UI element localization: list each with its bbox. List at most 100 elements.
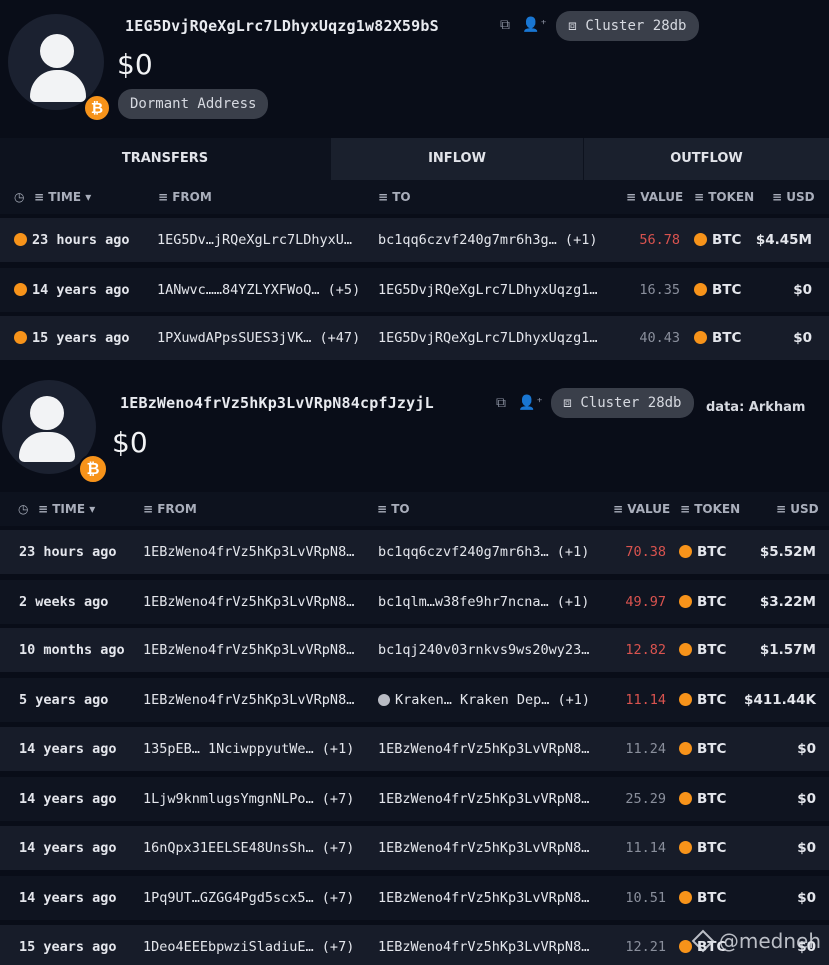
from-cell[interactable]: 1Deo4EEEbpwziSladiuE… (+7): [143, 939, 354, 955]
to-cell[interactable]: 1EBzWeno4frVz5hKp3LvVRpN8…: [378, 840, 589, 856]
cluster-icon: ⧈: [568, 18, 586, 34]
bitcoin-icon: ₿: [83, 94, 111, 122]
add-user-icon[interactable]: 👤⁺: [518, 395, 544, 411]
from-cell[interactable]: 1EG5Dv…jRQeXgLrc7LDhyxU…: [157, 232, 352, 248]
cluster-badge[interactable]: ⧈ Cluster 28db: [556, 11, 699, 41]
to-cell[interactable]: 1EBzWeno4frVz5hKp3LvVRpN8…: [378, 939, 589, 955]
token-column-header[interactable]: ≡ TOKEN: [694, 190, 754, 204]
usd-cell: $0: [797, 741, 816, 757]
usd-cell: $4.45M: [755, 232, 812, 248]
usd-cell: $3.22M: [759, 594, 816, 610]
table-row[interactable]: 10 months ago 1EBzWeno4frVz5hKp3LvVRpN8……: [0, 628, 829, 672]
usd-cell: $0: [793, 282, 812, 298]
from-cell[interactable]: 1EBzWeno4frVz5hKp3LvVRpN8…: [143, 692, 354, 708]
add-user-icon[interactable]: 👤⁺: [522, 17, 548, 33]
usd-column-header[interactable]: ≡ USD: [776, 502, 819, 516]
cluster-icon: ⧈: [563, 395, 581, 411]
value-cell: 40.43: [639, 330, 680, 346]
to-cell[interactable]: 1EBzWeno4frVz5hKp3LvVRpN8…: [378, 741, 589, 757]
table-row[interactable]: 2 weeks ago 1EBzWeno4frVz5hKp3LvVRpN8… b…: [0, 580, 829, 624]
value-column-header[interactable]: ≡ VALUE: [626, 190, 683, 204]
cluster-badge[interactable]: ⧈ Cluster 28db: [551, 388, 694, 418]
column-header: ◷ ≡ TIME ▾ ≡ FROM ≡ TO ≡ VALUE ≡ TOKEN ≡…: [0, 492, 829, 526]
tab-outflow[interactable]: OUTFLOW: [584, 138, 829, 180]
value-cell: 11.24: [625, 741, 666, 757]
from-cell[interactable]: 1EBzWeno4frVz5hKp3LvVRpN8…: [143, 594, 354, 610]
dormant-tag: Dormant Address: [118, 89, 269, 119]
to-cell[interactable]: 1EG5DvjRQeXgLrc7LDhyxUqzg1…: [378, 282, 597, 298]
from-cell[interactable]: 1EBzWeno4frVz5hKp3LvVRpN8…: [143, 544, 354, 560]
to-cell[interactable]: Kraken… Kraken Dep… (+1): [395, 692, 590, 708]
from-cell[interactable]: 16nQpx31EELSE48UnsSh… (+7): [143, 840, 354, 856]
value-column-header[interactable]: ≡ VALUE: [613, 502, 670, 516]
bitcoin-icon: [694, 283, 707, 296]
to-cell[interactable]: bc1qj240v03rnkvs9ws20wy23…: [378, 642, 589, 658]
value-cell: 10.51: [625, 890, 666, 906]
to-cell[interactable]: bc1qq6czvf240g7mr6h3… (+1): [378, 544, 589, 560]
bitcoin-icon: [679, 940, 692, 953]
table-row[interactable]: 14 years ago 135pEB… 1NciwppyutWe… (+1) …: [0, 727, 829, 771]
table-row[interactable]: 14 years ago 1Pq9UT…GZGG4Pgd5scx5… (+7) …: [0, 876, 829, 920]
usd-cell: $0: [797, 791, 816, 807]
time-cell: 2 weeks ago: [19, 594, 109, 610]
tab-inflow[interactable]: INFLOW: [331, 138, 583, 180]
value-cell: 25.29: [625, 791, 666, 807]
bitcoin-icon: ₿: [78, 454, 108, 484]
time-cell: 14 years ago: [19, 840, 117, 856]
table-row[interactable]: 14 years ago 1ANwvc……84YZLYXFWoQ… (+5) 1…: [0, 268, 829, 312]
usd-cell: $5.52M: [759, 544, 816, 560]
copy-icon[interactable]: ⧉: [496, 395, 506, 411]
usd-column-header[interactable]: ≡ USD: [772, 190, 815, 204]
time-column-header[interactable]: ≡ TIME ▾: [38, 502, 95, 516]
to-cell[interactable]: 1EG5DvjRQeXgLrc7LDhyxUqzg1…: [378, 330, 597, 346]
to-cell[interactable]: bc1qq6czvf240g7mr6h3g… (+1): [378, 232, 597, 248]
to-cell[interactable]: 1EBzWeno4frVz5hKp3LvVRpN8…: [378, 890, 589, 906]
from-cell[interactable]: 1ANwvc……84YZLYXFWoQ… (+5): [157, 282, 360, 298]
table-row[interactable]: 14 years ago 1Ljw9knmlugsYmgnNLPo… (+7) …: [0, 777, 829, 821]
value-cell: 70.38: [625, 544, 666, 560]
value-cell: 56.78: [639, 232, 680, 248]
to-cell[interactable]: bc1qlm…w38fe9hr7ncna… (+1): [378, 594, 589, 610]
time-cell: 23 hours ago: [19, 544, 117, 560]
address-label[interactable]: 1EG5DvjRQeXgLrc7LDhyxUqzg1w82X59bS: [125, 17, 439, 35]
table-row[interactable]: 14 years ago 16nQpx31EELSE48UnsSh… (+7) …: [0, 826, 829, 870]
column-header: ◷ ≡ TIME ▾ ≡ FROM ≡ TO ≡ VALUE ≡ TOKEN ≡…: [0, 180, 829, 214]
watermark-logo-icon: [691, 929, 715, 953]
value-cell: 12.82: [625, 642, 666, 658]
from-column-header[interactable]: ≡ FROM: [158, 190, 212, 204]
bitcoin-icon: [679, 595, 692, 608]
from-cell[interactable]: 1PXuwdAPpsSUES3jVK… (+47): [157, 330, 360, 346]
time-column-header[interactable]: ≡ TIME ▾: [34, 190, 91, 204]
usd-cell: $0: [793, 330, 812, 346]
table-row[interactable]: 23 hours ago 1EBzWeno4frVz5hKp3LvVRpN8… …: [0, 530, 829, 574]
usd-cell: $411.44K: [744, 692, 816, 708]
tab-transfers[interactable]: TRANSFERS: [0, 138, 330, 180]
bitcoin-icon: [14, 283, 27, 296]
from-cell[interactable]: 1Ljw9knmlugsYmgnNLPo… (+7): [143, 791, 354, 807]
data-source-credit: data: Arkham: [706, 400, 806, 415]
balance: $0: [117, 48, 153, 81]
time-cell: 14 years ago: [19, 791, 117, 807]
panel-1: ₿ 1EG5DvjRQeXgLrc7LDhyxUqzg1w82X59bS ⧉ 👤…: [0, 0, 829, 362]
to-column-header[interactable]: ≡ TO: [377, 502, 410, 516]
token-column-header[interactable]: ≡ TOKEN: [680, 502, 740, 516]
to-cell[interactable]: 1EBzWeno4frVz5hKp3LvVRpN8…: [378, 791, 589, 807]
clock-icon[interactable]: ◷: [18, 502, 28, 516]
table-row[interactable]: 15 years ago 1PXuwdAPpsSUES3jVK… (+47) 1…: [0, 316, 829, 360]
bitcoin-icon: [679, 742, 692, 755]
from-cell[interactable]: 1EBzWeno4frVz5hKp3LvVRpN8…: [143, 642, 354, 658]
clock-icon[interactable]: ◷: [14, 190, 24, 204]
table-row[interactable]: 5 years ago 1EBzWeno4frVz5hKp3LvVRpN8… K…: [0, 678, 829, 722]
bitcoin-icon: [14, 233, 27, 246]
from-cell[interactable]: 135pEB… 1NciwppyutWe… (+1): [143, 741, 354, 757]
to-column-header[interactable]: ≡ TO: [378, 190, 411, 204]
value-cell: 11.14: [625, 692, 666, 708]
copy-icon[interactable]: ⧉: [500, 17, 510, 33]
from-cell[interactable]: 1Pq9UT…GZGG4Pgd5scx5… (+7): [143, 890, 354, 906]
bitcoin-icon: [679, 891, 692, 904]
value-cell: 49.97: [625, 594, 666, 610]
address-label[interactable]: 1EBzWeno4frVz5hKp3LvVRpN84cpfJzyjL: [120, 394, 434, 412]
time-cell: 14 years ago: [19, 741, 117, 757]
table-row[interactable]: 23 hours ago 1EG5Dv…jRQeXgLrc7LDhyxU… bc…: [0, 218, 829, 262]
from-column-header[interactable]: ≡ FROM: [143, 502, 197, 516]
